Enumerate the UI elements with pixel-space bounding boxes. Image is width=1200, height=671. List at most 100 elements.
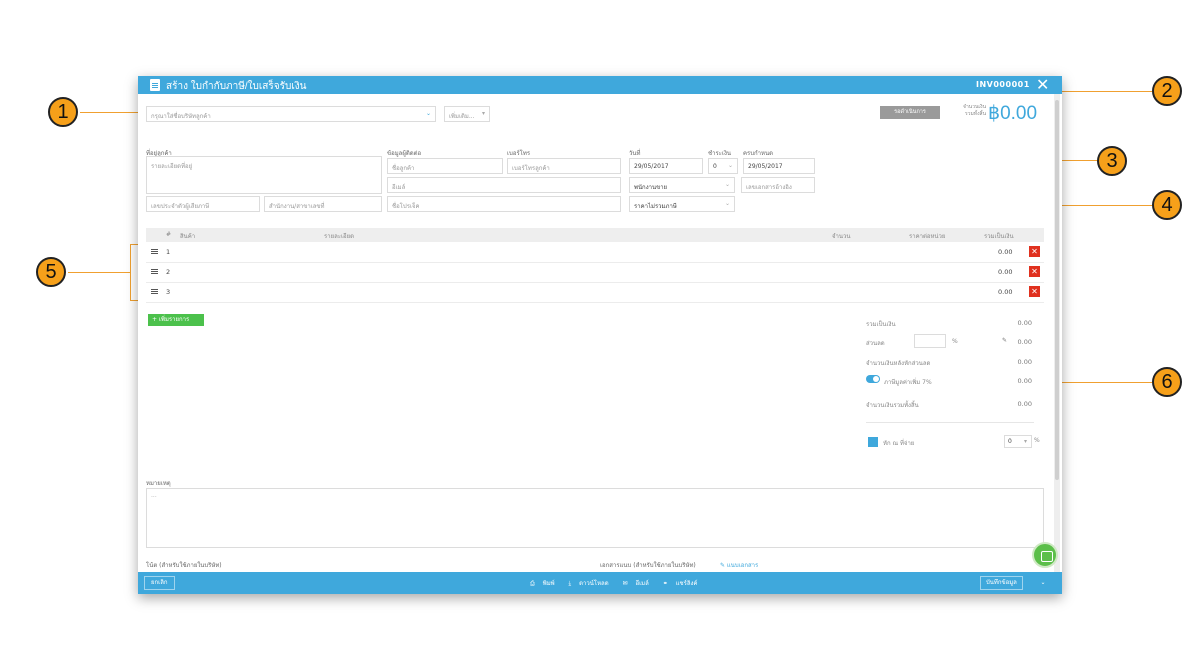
drag-handle-icon[interactable] [151,249,158,250]
table-row[interactable]: 3 0.00 ✕ [146,283,1044,303]
row-amount: 0.00 [998,288,1013,296]
due-date-value: 29/05/2017 [748,163,783,170]
link-icon: ⚭ [662,580,668,587]
col-quantity: จำนวน [832,233,851,240]
reference-placeholder: เลขเอกสารอ้างอิง [746,184,792,191]
row-amount: 0.00 [998,268,1013,276]
total-label: จำนวนเงิน รวมทั้งสิ้น [956,104,986,118]
delete-row-icon[interactable]: ✕ [1029,266,1040,277]
invoice-number: INV000001 [976,80,1030,89]
col-product: สินค้า [180,233,196,240]
more-options-label: เพิ่มเติม... [449,113,475,120]
callout-3: 3 [1097,146,1127,176]
project-input[interactable]: ชื่อโปรเจ็ค [387,196,621,212]
reference-input[interactable]: เลขเอกสารอ้างอิง [741,177,815,193]
internal-note-label: โน้ต (สำหรับใช้ภายในบริษัท) [146,562,222,569]
salesperson-select[interactable]: พนักงานขาย ⌄ [629,177,735,193]
discount-value: 0.00 [1017,338,1032,346]
remark-label: หมายเหตุ [146,480,171,487]
discount-input[interactable] [914,334,946,348]
close-icon[interactable]: ✕ [1036,76,1049,94]
due-date-input[interactable]: 29/05/2017 [743,158,815,174]
address-placeholder: รายละเอียดที่อยู่ [151,163,193,170]
table-row[interactable]: 1 0.00 ✕ [146,243,1044,263]
contact-label: ข้อมูลผู้ติดต่อ [387,150,422,157]
callout-1: 1 [48,97,78,127]
print-button[interactable]: ⎙ พิมพ์ [530,580,561,587]
customer-select[interactable]: กรุณาใส่ชื่อบริษัทลูกค้า ⌄ [146,106,436,122]
subtotal-value: 0.00 [1017,319,1032,327]
contact-name-placeholder: ชื่อลูกค้า [392,165,415,172]
drag-handle-icon[interactable] [151,269,158,270]
contact-name-input[interactable]: ชื่อลูกค้า [387,158,503,174]
callout-4: 4 [1152,190,1182,220]
delete-row-icon[interactable]: ✕ [1029,286,1040,297]
vat-label: ภาษีมูลค่าเพิ่ม 7% [884,379,932,386]
after-discount-label: จำนวนเงินหลังหักส่วนลด [866,360,931,367]
more-options-dropdown[interactable]: เพิ่มเติม... ▾ [444,106,490,122]
address-textarea[interactable]: รายละเอียดที่อยู่ [146,156,382,194]
total-label-line-2: รวมทั้งสิ้น [965,111,986,117]
due-date-label: ครบกำหนด [743,150,773,157]
row-number: 3 [166,288,171,296]
download-button[interactable]: ⤓ ดาวน์โหลด [569,580,615,587]
branch-input[interactable]: สำนักงาน/สาขาเลขที่ [264,196,382,212]
callout-5-bracket-bottom [130,300,138,301]
email-input[interactable]: อีเมล์ [387,177,621,193]
vat-toggle[interactable] [866,375,880,383]
scrollbar[interactable] [1054,94,1060,572]
customer-select-placeholder: กรุณาใส่ชื่อบริษัทลูกค้า [151,113,211,120]
scrollbar-thumb[interactable] [1055,100,1059,480]
phone-label: เบอร์โทร [507,150,531,157]
date-input[interactable]: 29/05/2017 [629,158,703,174]
price-type-select[interactable]: ราคาไม่รวมภาษี ⌄ [629,196,735,212]
row-amount: 0.00 [998,248,1013,256]
phone-placeholder: เบอร์โทรลูกค้า [512,165,550,172]
salesperson-value: พนักงานขาย [634,184,668,191]
download-icon: ⤓ [568,580,572,587]
subtotal-label: รวมเป็นเงิน [866,321,896,328]
tax-id-input[interactable]: เลขประจำตัวผู้เสียภาษี [146,196,260,212]
printer-icon: ⎙ [530,580,535,587]
pencil-icon[interactable]: ✎ [1002,337,1007,344]
withholding-checkbox[interactable] [868,437,878,447]
col-unit-price: ราคาต่อหน่วย [909,233,946,240]
phone-input[interactable]: เบอร์โทรลูกค้า [507,158,621,174]
callout-5-bracket [130,244,131,300]
invoice-window: สร้าง ใบกำกับภาษี/ใบเสร็จรับเงิน INV0000… [138,76,1062,594]
col-description: รายละเอียด [324,233,355,240]
status-button[interactable]: รอดำเนินการ [880,106,940,119]
table-row[interactable]: 2 0.00 ✕ [146,263,1044,283]
delete-row-icon[interactable]: ✕ [1029,246,1040,257]
chat-icon[interactable] [1032,542,1058,568]
tax-id-placeholder: เลขประจำตัวผู้เสียภาษี [151,203,210,210]
credit-days-select[interactable]: 0 ⌄ [708,158,738,174]
chevron-down-icon: ⌄ [425,110,431,117]
caret-down-icon: ▾ [481,110,485,117]
row-number: 2 [166,268,171,276]
share-link-button[interactable]: ⚭ แชร์ลิงค์ [663,580,704,587]
total-amount: ฿0.00 [988,103,1038,124]
caret-down-icon: ⌄ [727,162,733,169]
document-icon [150,79,160,91]
envelope-icon: ✉ [622,580,628,587]
remark-textarea[interactable]: ... [146,488,1044,548]
date-label: วันที่ [629,150,641,157]
drag-handle-icon[interactable] [151,289,158,290]
items-table-header: # สินค้า รายละเอียด จำนวน ราคาต่อหน่วย ร… [146,228,1044,242]
caret-down-icon: ▾ [1023,438,1027,445]
email-label: อีเมล์ [635,580,649,587]
attach-link[interactable]: ✎ แนบเอกสาร [720,560,758,570]
cancel-button[interactable]: ยกเลิก [144,576,175,590]
after-discount-value: 0.00 [1017,358,1032,366]
footer-tools: ⎙ พิมพ์ ⤓ ดาวน์โหลด ✉ อีเมล์ ⚭ แชร์ลิงค์ [530,578,709,588]
download-label: ดาวน์โหลด [579,580,609,587]
branch-placeholder: สำนักงาน/สาขาเลขที่ [269,203,325,210]
col-number: # [166,231,172,238]
save-button[interactable]: บันทึกข้อมูล [980,576,1023,590]
save-menu-chevron-icon[interactable]: ⌄ [1036,576,1050,590]
withholding-select[interactable]: 0 ▾ [1004,435,1032,448]
email-button[interactable]: ✉ อีเมล์ [623,580,655,587]
date-value: 29/05/2017 [634,163,669,170]
add-item-button[interactable]: + เพิ่มรายการ [148,314,204,326]
